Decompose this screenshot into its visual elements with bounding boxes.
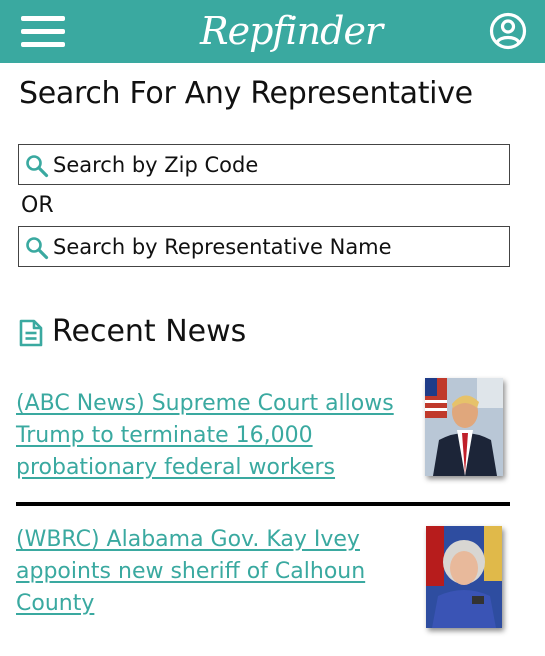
name-search-field[interactable] [18, 226, 510, 267]
hamburger-menu-icon[interactable] [21, 16, 65, 48]
news-item: (WBRC) Alabama Gov. Kay Ivey appoints ne… [16, 524, 510, 634]
user-circle-icon[interactable] [488, 11, 528, 51]
zip-search-input[interactable] [53, 149, 503, 181]
name-search-input[interactable] [53, 231, 503, 263]
menu-bar [21, 16, 65, 21]
news-link[interactable]: (WBRC) Alabama Gov. Kay Ivey appoints ne… [16, 524, 406, 620]
or-label: OR [21, 193, 54, 218]
document-icon [19, 319, 43, 347]
news-divider [16, 502, 510, 506]
page-title: Search For Any Representative [19, 76, 473, 111]
menu-bar [21, 29, 65, 34]
recent-news-title: Recent News [52, 314, 247, 349]
news-link[interactable]: (ABC News) Supreme Court allows Trump to… [16, 388, 406, 484]
menu-bar [21, 42, 65, 47]
zip-search-field[interactable] [18, 144, 510, 185]
app-header: Repfinder [0, 0, 545, 63]
news-item: (ABC News) Supreme Court allows Trump to… [16, 378, 510, 498]
search-icon [26, 237, 49, 260]
news-thumbnail-image[interactable] [426, 526, 502, 628]
news-thumbnail-image[interactable] [425, 378, 503, 476]
search-icon [26, 155, 49, 178]
app-logo[interactable]: Repfinder [200, 6, 383, 56]
